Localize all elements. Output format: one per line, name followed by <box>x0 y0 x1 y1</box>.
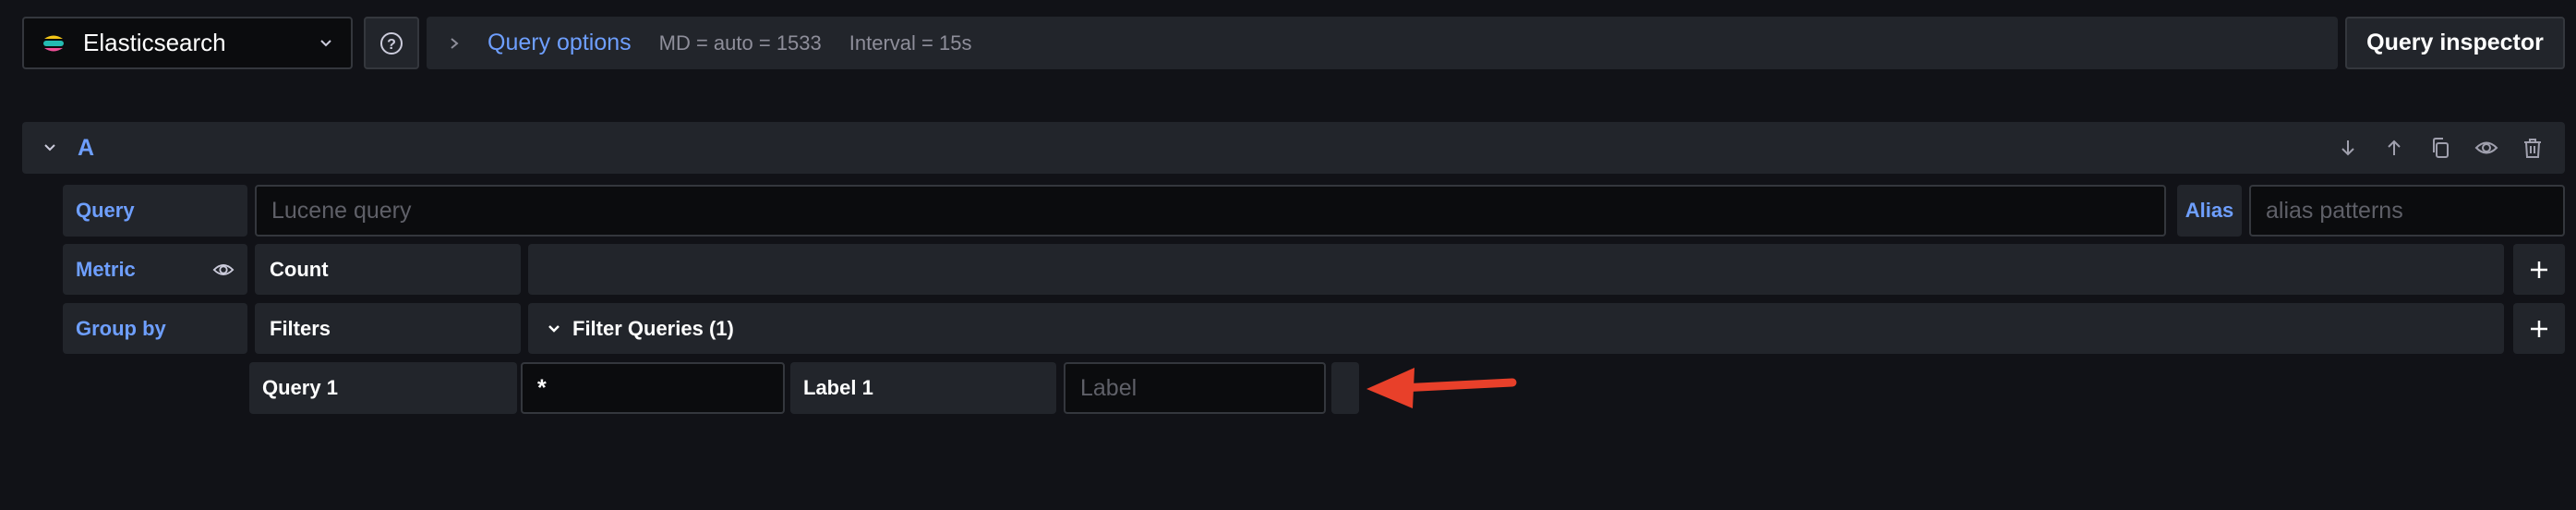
groupby-label-box: Group by <box>63 303 247 354</box>
alias-placeholder: alias patterns <box>2266 197 2403 224</box>
help-icon: ? <box>379 30 404 56</box>
metric-label-box: Metric <box>63 244 247 295</box>
annotation-arrow-icon <box>1359 362 1525 414</box>
alias-label-box: Alias <box>2177 185 2242 237</box>
metric-label: Metric <box>76 257 136 281</box>
metric-settings-area <box>528 244 2504 295</box>
interval: Interval = 15s <box>849 30 972 55</box>
label1-label-box: Label 1 <box>790 362 1056 414</box>
metric-type-value: Count <box>270 257 329 281</box>
eye-icon[interactable] <box>2474 136 2498 160</box>
query-options-label[interactable]: Query options <box>488 30 632 56</box>
label1-placeholder: Label <box>1080 374 1138 401</box>
lucene-query-placeholder: Lucene query <box>271 197 412 224</box>
query1-value: * <box>537 374 547 401</box>
query-options-bar[interactable]: Query options MD = auto = 1533 Interval … <box>427 17 2338 69</box>
query-inspector-label: Query inspector <box>2366 30 2544 55</box>
filter-queries-label: Filter Queries (1) <box>572 316 734 340</box>
query1-label: Query 1 <box>262 376 338 399</box>
datasource-name: Elasticsearch <box>83 29 226 56</box>
query-inspector-button[interactable]: Query inspector <box>2345 17 2565 69</box>
plus-icon <box>2528 259 2550 281</box>
help-button[interactable]: ? <box>364 17 419 69</box>
collapse-chevron-icon[interactable] <box>42 140 57 155</box>
groupby-type-select[interactable]: Filters <box>255 303 521 354</box>
label1-label: Label 1 <box>803 376 873 399</box>
plus-icon <box>2528 318 2550 340</box>
svg-text:?: ? <box>387 37 396 53</box>
chevron-down-icon <box>547 322 561 336</box>
query-row-header: A <box>22 122 2565 174</box>
lucene-query-input[interactable]: Lucene query <box>255 185 2166 237</box>
metric-type-select[interactable]: Count <box>255 244 521 295</box>
add-bucket-agg-button[interactable] <box>2513 303 2565 354</box>
query1-input[interactable]: * <box>521 362 785 414</box>
filter-row-actions[interactable] <box>1331 362 1359 414</box>
elasticsearch-logo-icon <box>41 30 66 56</box>
chevron-right-icon <box>447 36 462 51</box>
groupby-label: Group by <box>76 316 166 340</box>
query-row-name[interactable]: A <box>78 135 2317 162</box>
trash-icon[interactable] <box>2521 136 2545 160</box>
groupby-type-value: Filters <box>270 316 331 340</box>
query-label-box: Query <box>63 185 247 237</box>
arrow-up-icon[interactable] <box>2382 136 2406 160</box>
query1-label-box: Query 1 <box>249 362 517 414</box>
copy-icon[interactable] <box>2428 136 2452 160</box>
eye-icon[interactable] <box>212 259 235 281</box>
max-data-points: MD = auto = 1533 <box>658 30 822 55</box>
query-label: Query <box>76 199 135 222</box>
alias-input[interactable]: alias patterns <box>2249 185 2565 237</box>
datasource-picker[interactable]: Elasticsearch <box>22 17 353 69</box>
label1-input[interactable]: Label <box>1064 362 1326 414</box>
alias-label: Alias <box>2185 199 2234 222</box>
add-metric-button[interactable] <box>2513 244 2565 295</box>
filter-queries-toggle[interactable]: Filter Queries (1) <box>528 303 2504 354</box>
chevron-down-icon <box>318 35 334 52</box>
arrow-down-icon[interactable] <box>2336 136 2360 160</box>
